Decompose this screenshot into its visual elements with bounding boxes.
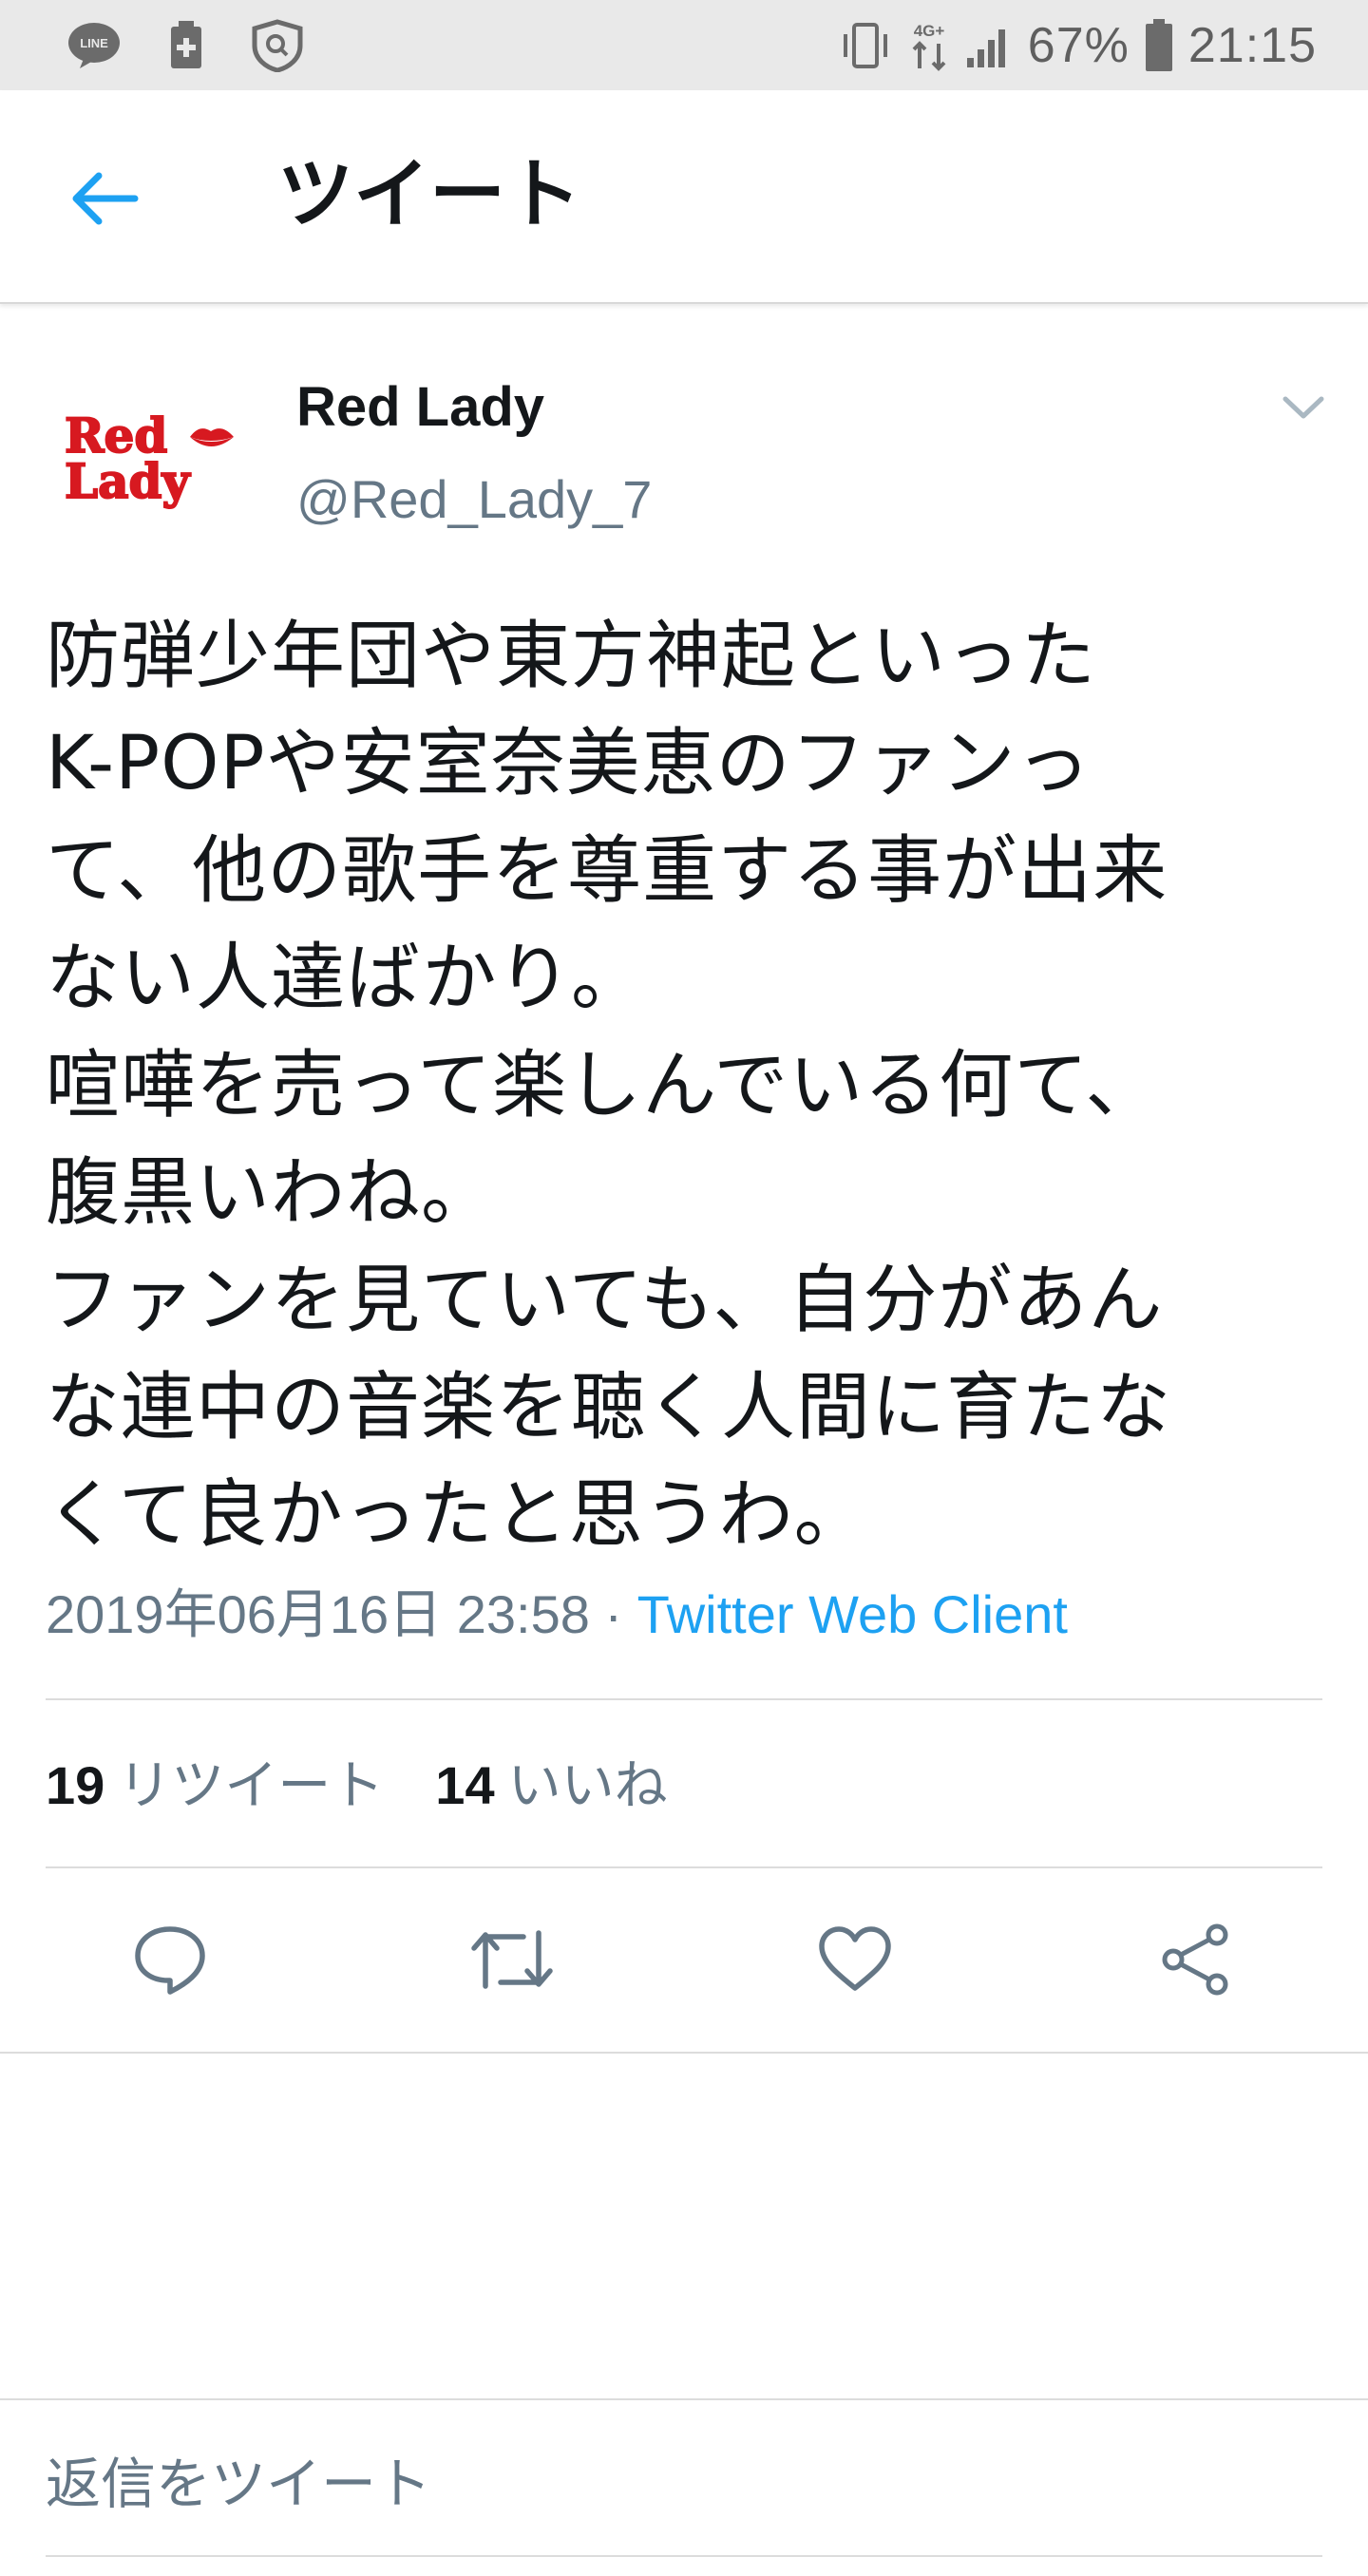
tweet-client-link[interactable]: Twitter Web Client: [637, 1584, 1068, 1644]
app-header: ツイート: [0, 90, 1368, 304]
status-right-icons: 4G+ 67% 21:15: [823, 17, 1317, 74]
clock: 21:15: [1188, 17, 1317, 73]
data-4g-icon: 4G+: [908, 19, 950, 72]
vibrate-icon: [838, 21, 893, 70]
status-bar: LINE 4G+ 67% 21:15: [0, 0, 1368, 90]
svg-text:Lady: Lady: [65, 453, 192, 509]
share-button[interactable]: [1144, 1907, 1248, 2012]
retweet-stat[interactable]: 19 リツイート: [46, 1755, 384, 1817]
author-handle[interactable]: @Red_Lady_7: [296, 468, 652, 530]
status-left-icons: LINE: [66, 18, 352, 72]
divider: [46, 1698, 1322, 1700]
shield-icon: [251, 18, 304, 72]
svg-text:LINE: LINE: [80, 36, 108, 50]
tweet-menu-button[interactable]: [1277, 385, 1330, 430]
divider: [46, 1866, 1322, 1868]
share-icon: [1162, 1923, 1228, 1996]
tweet-meta: 2019年06月16日 23:58 · Twitter Web Client: [46, 1582, 1068, 1648]
reply-button[interactable]: [118, 1907, 222, 2012]
like-count: 14: [435, 1755, 495, 1815]
tweet-stats: 19 リツイート 14 いいね: [46, 1752, 668, 1820]
signal-icon: [965, 22, 1013, 69]
battery-icon: [1145, 18, 1173, 72]
back-arrow-icon: [72, 172, 139, 225]
retweet-label: リツイート: [118, 1755, 385, 1817]
like-stat[interactable]: 14 いいね: [435, 1755, 667, 1817]
battery-percent: 67%: [1027, 17, 1130, 73]
divider: [0, 2052, 1368, 2054]
retweet-icon: [471, 1930, 553, 1989]
chevron-down-icon: [1282, 396, 1324, 419]
page-title: ツイート: [277, 150, 581, 238]
tweet-timestamp: 2019年06月16日 23:58: [46, 1584, 590, 1644]
avatar[interactable]: Red Lady: [48, 361, 256, 551]
meta-separator: ·: [589, 1584, 637, 1644]
reply-input-underline: [46, 2555, 1322, 2557]
like-button[interactable]: [803, 1907, 907, 2012]
retweet-count: 19: [46, 1755, 105, 1815]
reply-input[interactable]: 返信をツイート: [46, 2446, 431, 2522]
tweet-text: 防弾少年団や東方神起といった K-POPや安室奈美恵のファンっ て、他の歌手を尊…: [46, 614, 1172, 1558]
red-lady-logo: Red Lady: [64, 407, 234, 510]
back-button[interactable]: [66, 161, 142, 237]
network-label: 4G+: [913, 22, 944, 40]
lips-icon: [190, 428, 234, 446]
like-label: いいね: [507, 1755, 668, 1817]
author-name[interactable]: Red Lady: [296, 375, 544, 439]
reply-icon: [135, 1926, 205, 1995]
medical-icon: [169, 20, 203, 70]
retweet-button[interactable]: [460, 1907, 564, 2012]
line-icon: LINE: [66, 21, 122, 70]
tweet-actions: [0, 1890, 1368, 2033]
divider: [0, 2398, 1368, 2400]
like-icon: [819, 1926, 891, 1991]
